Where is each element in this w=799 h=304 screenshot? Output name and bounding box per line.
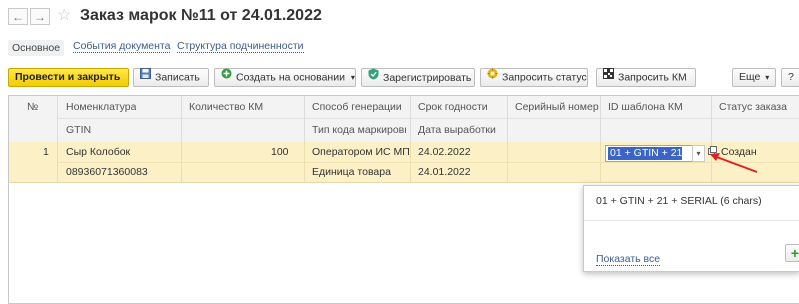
show-all-link[interactable]: Показать все <box>596 253 661 266</box>
cell-nomenclature[interactable]: Сыр Колобок <box>66 146 130 158</box>
row-divider <box>57 162 799 163</box>
column-divider <box>507 96 508 142</box>
column-divider <box>304 142 305 182</box>
column-header-nomenclature[interactable]: Номенклатура <box>66 101 136 113</box>
column-divider <box>410 96 411 142</box>
column-header-gtin[interactable]: GTIN <box>66 124 91 136</box>
template-id-selected-text: 01 + GTIN + 21 + <box>608 147 682 160</box>
more-menu-button[interactable]: Еще ▾ <box>732 68 776 87</box>
cell-production-date[interactable]: 24.01.2022 <box>418 166 471 178</box>
create-based-icon <box>221 68 232 85</box>
column-divider <box>181 142 182 182</box>
tab-document-events[interactable]: События документа <box>73 40 171 53</box>
more-label: Еще <box>739 71 761 83</box>
request-status-button[interactable]: Запросить статус <box>480 68 588 87</box>
status-request-icon <box>487 68 498 85</box>
tab-subordination-structure[interactable]: Структура подчиненности <box>177 40 304 53</box>
column-header-production-date[interactable]: Дата выработки <box>418 124 496 136</box>
chevron-down-icon: ▾ <box>765 73 770 82</box>
help-button[interactable]: ? <box>781 68 799 87</box>
column-header-serial-number[interactable]: Серийный номер <box>515 101 599 113</box>
column-divider <box>410 142 411 182</box>
shield-icon <box>368 68 379 86</box>
help-label: ? <box>788 71 794 83</box>
post-and-close-label: Провести и закрыть <box>15 71 121 83</box>
save-button[interactable]: Записать <box>133 68 209 87</box>
table-header: № Номенклатура GTIN Количество КМ Способ… <box>9 96 799 143</box>
register-button[interactable]: Зарегистрировать <box>361 68 475 87</box>
cell-generation-method[interactable]: Оператором ИС МП <box>312 146 410 158</box>
cell-gtin[interactable]: 08936071360083 <box>66 166 148 178</box>
register-label: Зарегистрировать <box>383 71 472 84</box>
column-header-order-status[interactable]: Статус заказа <box>719 101 787 113</box>
column-header-template-id[interactable]: ID шаблона КМ <box>608 101 683 113</box>
column-header-quantity[interactable]: Количество КМ <box>189 101 263 113</box>
column-divider <box>507 142 508 182</box>
request-km-button[interactable]: Запросить КМ <box>596 68 696 87</box>
column-header-expiry-date[interactable]: Срок годности <box>418 101 488 113</box>
page-title: Заказ марок №11 от 24.01.2022 <box>80 7 322 24</box>
post-and-close-button[interactable]: Провести и закрыть <box>8 68 129 87</box>
floppy-disk-icon <box>140 68 151 85</box>
plus-icon: + <box>790 245 799 261</box>
cell-code-type[interactable]: Единица товара <box>312 166 391 178</box>
request-status-label: Запросить статус <box>502 71 587 84</box>
template-id-input[interactable]: 01 + GTIN + 21 + <box>605 145 697 162</box>
column-divider <box>304 96 305 142</box>
create-based-on-button[interactable]: Создать на основании ▾ <box>214 68 356 87</box>
column-divider <box>57 142 58 182</box>
column-divider <box>600 96 601 142</box>
column-divider <box>57 96 58 142</box>
dropdown-divider <box>584 220 799 221</box>
cell-expiry-date[interactable]: 24.02.2022 <box>418 146 471 158</box>
template-dropdown-popup: 01 + GTIN + 21 + SERIAL (6 chars) Показа… <box>583 185 799 272</box>
header-divider <box>57 118 799 119</box>
column-header-generation-method[interactable]: Способ генерации ... <box>312 101 404 113</box>
column-divider <box>181 96 182 142</box>
dropdown-option[interactable]: 01 + GTIN + 21 + SERIAL (6 chars) <box>596 195 762 207</box>
qr-code-icon <box>603 68 614 85</box>
column-divider <box>711 96 712 142</box>
create-based-label: Создать на основании <box>236 71 345 84</box>
tab-main[interactable]: Основное <box>8 40 65 56</box>
chevron-down-icon: ▾ <box>350 73 355 83</box>
save-label: Записать <box>155 71 200 84</box>
back-button[interactable]: ← <box>8 8 28 25</box>
request-km-label: Запросить КМ <box>618 71 687 84</box>
forward-button[interactable]: → <box>30 8 50 25</box>
column-header-number[interactable]: № <box>27 101 38 113</box>
cell-quantity[interactable]: 100 <box>271 146 289 158</box>
add-new-button[interactable]: + <box>785 244 799 262</box>
column-divider <box>600 142 601 182</box>
cell-number[interactable]: 1 <box>43 146 49 158</box>
favorite-star-icon[interactable]: ☆ <box>57 5 71 25</box>
annotation-arrow-icon <box>710 153 758 173</box>
column-header-code-type[interactable]: Тип кода маркировки <box>312 124 406 136</box>
